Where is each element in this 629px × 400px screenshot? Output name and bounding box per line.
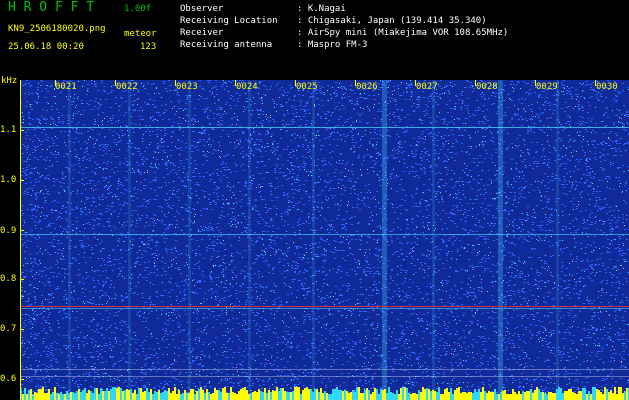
time-tick-0021: 0021 xyxy=(55,82,77,92)
meteor-count: 123 xyxy=(140,42,157,52)
spectrogram-plot xyxy=(20,80,629,400)
time-tick-0023: 0023 xyxy=(176,82,198,92)
y-tick-mark xyxy=(20,279,24,280)
spectrogram-canvas xyxy=(20,80,629,400)
app-title: H R O F F T xyxy=(8,0,95,15)
y-tick-0.7: 0.7 xyxy=(0,324,17,334)
horizontal-line-0-89khz xyxy=(20,234,629,235)
observer-label: Observer xyxy=(180,4,224,14)
y-tick-0.8: 0.8 xyxy=(0,274,17,284)
time-tick-0026: 0026 xyxy=(356,82,378,92)
header-panel: H R O F F T 1.00f KN9_2506180020.png met… xyxy=(0,0,629,80)
time-tick-0027: 0027 xyxy=(416,82,438,92)
date-time: 25.06.18 00:20 xyxy=(8,42,84,52)
y-axis-line xyxy=(20,80,21,400)
time-tick-0028: 0028 xyxy=(476,82,498,92)
y-tick-mark xyxy=(20,180,24,181)
receiver-value: : AirSpy mini (Miakejima VOR 108.65MHz) xyxy=(297,28,509,38)
lower-line-1 xyxy=(20,369,629,370)
y-tick-mark xyxy=(20,230,24,231)
mode-label: meteor xyxy=(124,29,157,39)
receiver-label: Receiver xyxy=(180,28,224,38)
y-tick-1.1: 1.1 xyxy=(0,125,17,135)
time-tick-0024: 0024 xyxy=(236,82,258,92)
location-value: : Chigasaki, Japan (139.414 35.340) xyxy=(297,16,487,26)
lower-line-2 xyxy=(20,376,629,377)
y-tick-0.9: 0.9 xyxy=(0,226,17,236)
carrier-echo-line xyxy=(20,308,629,309)
y-tick-0.6: 0.6 xyxy=(0,374,17,384)
observer-value: : K.Nagai xyxy=(297,4,346,14)
y-tick-1.0: 1.0 xyxy=(0,175,17,185)
time-tick-0025: 0025 xyxy=(296,82,318,92)
antenna-label: Receiving antenna xyxy=(180,40,273,50)
location-label: Receiving Location xyxy=(180,16,278,26)
y-axis-unit: kHz xyxy=(1,76,18,86)
carrier-line xyxy=(20,306,629,307)
antenna-value: : Maspro FM-3 xyxy=(297,40,368,50)
y-tick-mark xyxy=(20,329,24,330)
time-tick-0030: 0030 xyxy=(596,82,618,92)
time-tick-0029: 0029 xyxy=(536,82,558,92)
app-version: 1.00f xyxy=(124,4,152,14)
y-tick-mark xyxy=(20,379,24,380)
y-tick-mark xyxy=(20,130,24,131)
horizontal-line-1-1khz xyxy=(20,127,629,128)
file-name: KN9_2506180020.png xyxy=(8,24,106,34)
time-tick-0022: 0022 xyxy=(116,82,138,92)
